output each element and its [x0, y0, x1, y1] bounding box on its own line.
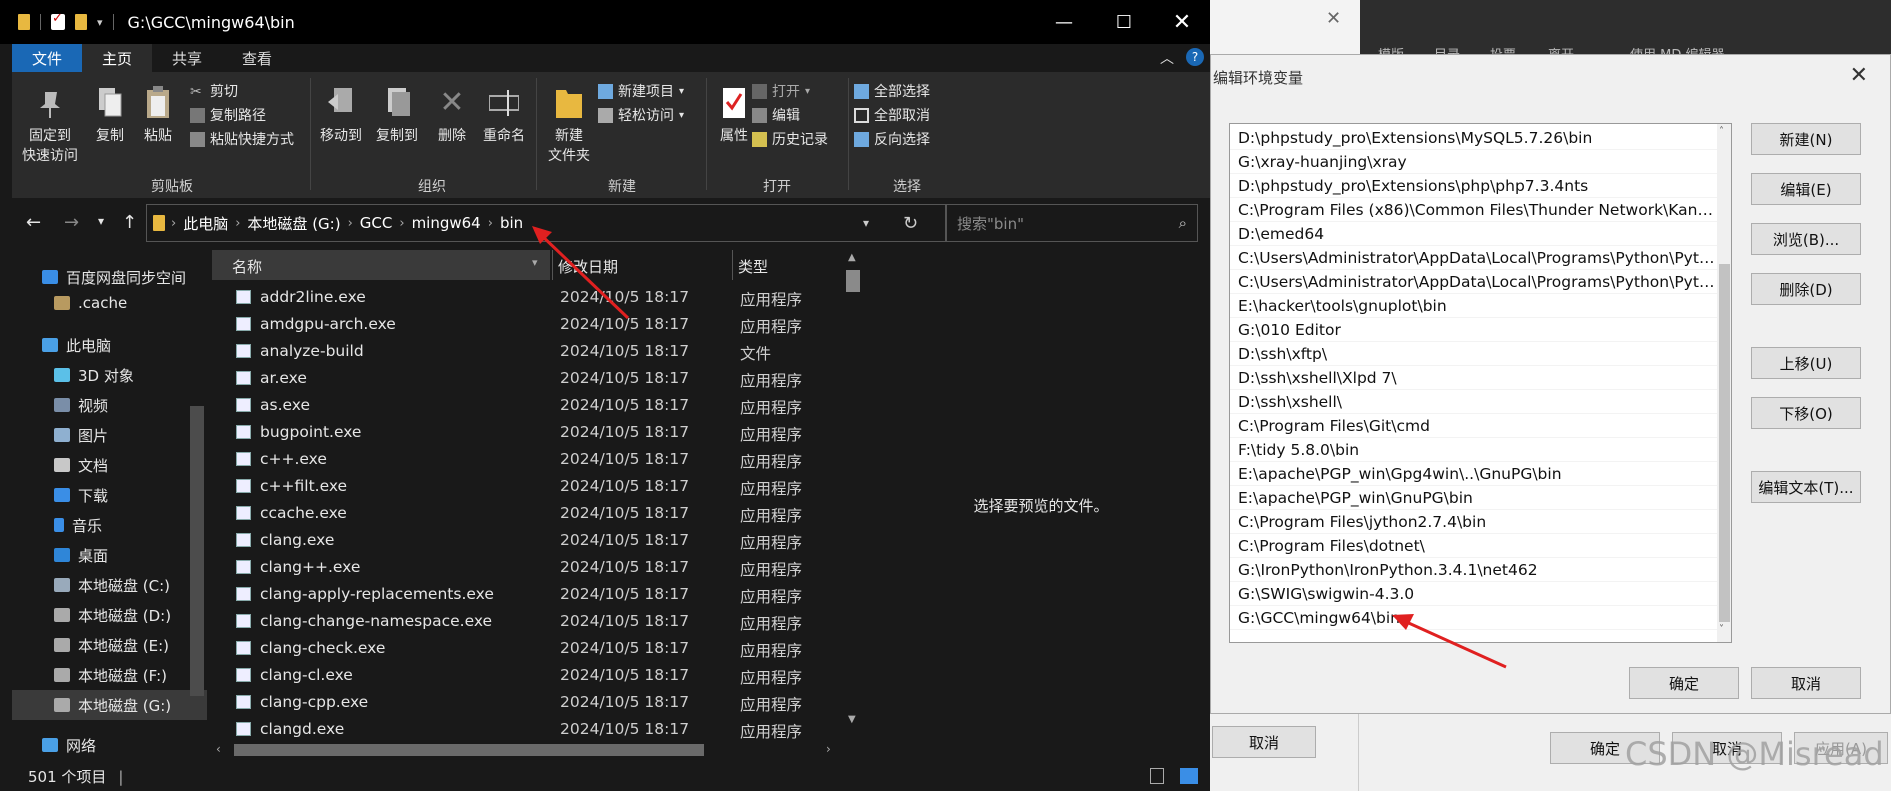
- arrow-to-gcc-path: [1392, 614, 1507, 669]
- arrow-to-bin-breadcrumb: [532, 226, 630, 320]
- annotation-arrows: [532, 226, 1507, 669]
